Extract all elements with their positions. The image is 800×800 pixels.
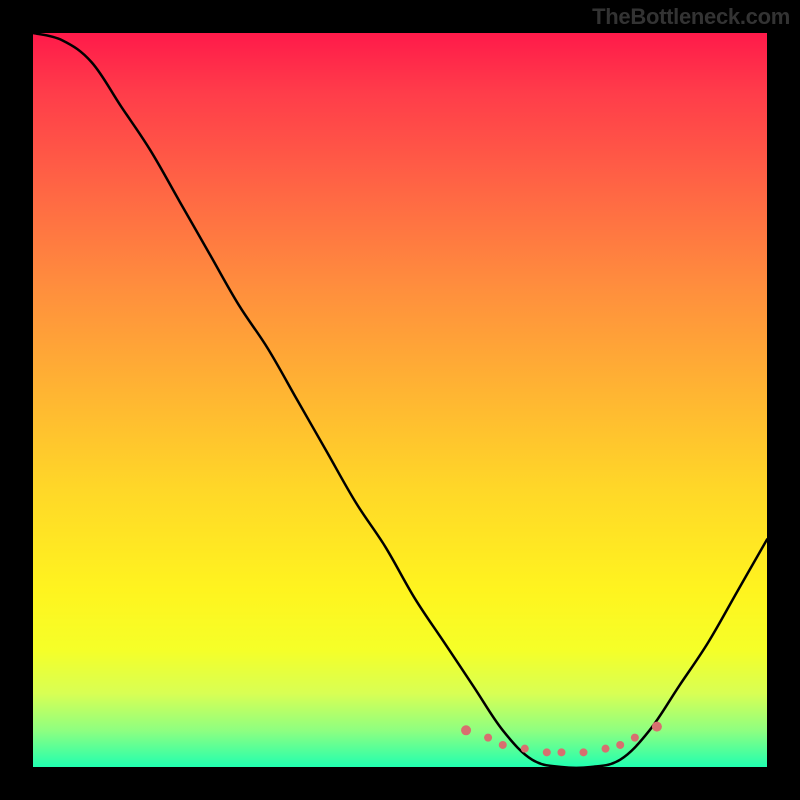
chart-gradient-background: [33, 33, 767, 767]
attribution-text: TheBottleneck.com: [592, 4, 790, 30]
